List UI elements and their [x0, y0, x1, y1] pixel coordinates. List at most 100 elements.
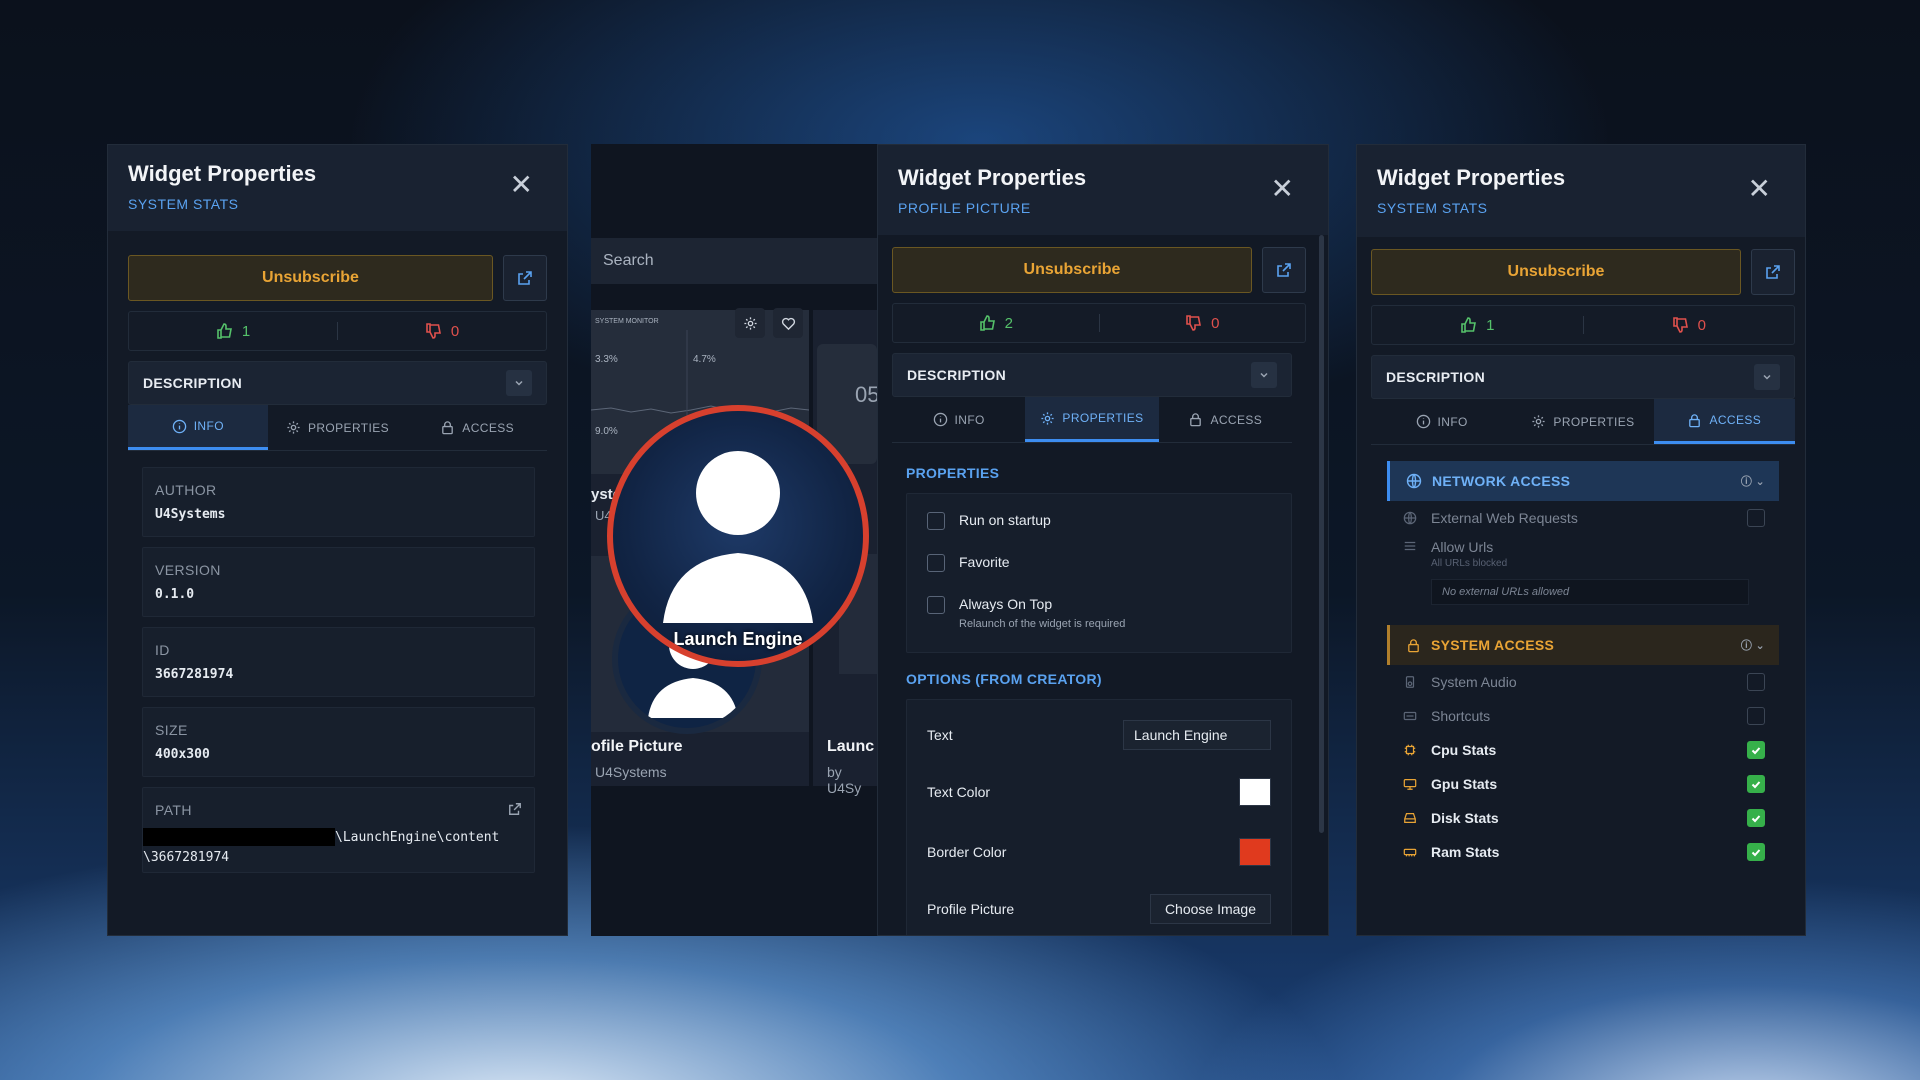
unsubscribe-button[interactable]: Unsubscribe: [1371, 249, 1741, 295]
info-icon: [1416, 414, 1430, 429]
panel-header: Widget Properties PROFILE PICTURE ✕: [878, 145, 1328, 235]
checkbox[interactable]: [927, 596, 945, 614]
like-button[interactable]: 1: [1372, 316, 1583, 334]
options-box: Text Launch Engine Text Color Border Col…: [906, 699, 1292, 935]
like-button[interactable]: 1: [129, 322, 337, 340]
option-border-color: Border Color: [907, 838, 1291, 866]
info-icon: [933, 412, 947, 427]
access-external-web-requests: External Web Requests: [1387, 501, 1779, 535]
description-label: DESCRIPTION: [143, 375, 242, 391]
info-icon: [172, 419, 186, 433]
thumbs-up-icon: [217, 323, 232, 339]
open-external-button[interactable]: [503, 255, 547, 301]
lock-icon: [442, 421, 454, 435]
path-text-continued: \3667281974: [143, 850, 230, 865]
tab-info[interactable]: INFO: [1371, 399, 1512, 444]
checkbox[interactable]: [1747, 509, 1765, 527]
external-link-icon[interactable]: [508, 802, 522, 816]
tab-bar: INFO PROPERTIES ACCESS: [1371, 399, 1795, 445]
dislike-button[interactable]: 0: [338, 322, 546, 340]
checkbox[interactable]: [1747, 843, 1765, 861]
option-text-color: Text Color: [907, 778, 1291, 806]
open-external-button[interactable]: [1751, 249, 1795, 295]
unsubscribe-button[interactable]: Unsubscribe: [128, 255, 493, 301]
tab-properties[interactable]: PROPERTIES: [268, 405, 408, 450]
heart-icon: [781, 317, 795, 330]
gear-icon: [743, 316, 757, 330]
like-count: 1: [241, 322, 251, 340]
panel-header: Widget Properties SYSTEM STATS ✕: [108, 145, 567, 231]
tab-info[interactable]: INFO: [892, 397, 1025, 442]
widget-properties-panel-system-stats: Widget Properties SYSTEM STATS ✕ Unsubsc…: [107, 144, 568, 936]
scrollbar[interactable]: [1319, 235, 1324, 833]
tab-access[interactable]: ACCESS: [1653, 399, 1795, 444]
checkbox-always-on-top[interactable]: Always On Top Relaunch of the widget is …: [907, 596, 1291, 630]
checkbox-run-on-startup[interactable]: Run on startup: [907, 512, 1291, 530]
access-ram-stats: Ram Stats: [1387, 835, 1779, 869]
widget-properties-panel-access: Widget Properties SYSTEM STATS ✕ Unsubsc…: [1356, 144, 1806, 936]
help-chevron-icon[interactable]: ⓘ ⌄: [1741, 473, 1765, 489]
settings-button[interactable]: [735, 308, 765, 338]
dislike-button[interactable]: 0: [1100, 314, 1306, 332]
card-author: U4Systems: [595, 764, 667, 780]
text-color-swatch[interactable]: [1239, 778, 1271, 806]
description-section[interactable]: DESCRIPTION: [1371, 355, 1795, 399]
help-chevron-icon[interactable]: ⓘ ⌄: [1741, 637, 1765, 653]
network-access-header[interactable]: NETWORK ACCESS ⓘ ⌄: [1387, 461, 1779, 501]
checkbox[interactable]: [927, 554, 945, 572]
vote-bar: 1 0: [1371, 305, 1795, 345]
like-button[interactable]: 2: [893, 314, 1099, 332]
tab-access[interactable]: ACCESS: [1159, 397, 1292, 442]
thumbs-up-icon: [1461, 317, 1477, 333]
open-external-button[interactable]: [1262, 247, 1306, 293]
search-input[interactable]: Search: [591, 238, 877, 284]
description-section[interactable]: DESCRIPTION: [128, 361, 547, 405]
info-author: AUTHOR U4Systems: [142, 467, 535, 537]
tab-properties[interactable]: PROPERTIES: [1025, 397, 1159, 442]
checkbox[interactable]: [927, 512, 945, 530]
checkbox[interactable]: [1747, 775, 1765, 793]
like-count: 1: [1486, 316, 1495, 334]
chevron-down-icon[interactable]: [506, 370, 532, 396]
system-access-header[interactable]: SYSTEM ACCESS ⓘ ⌄: [1387, 625, 1779, 665]
chevron-down-icon[interactable]: [1251, 362, 1277, 388]
choose-image-button[interactable]: Choose Image: [1149, 894, 1271, 924]
panel-header: Widget Properties SYSTEM STATS ✕: [1357, 145, 1805, 237]
info-path: PATH \LaunchEngine\content \3667281974: [142, 787, 535, 873]
checkbox[interactable]: [1747, 741, 1765, 759]
panel-title: Widget Properties: [128, 161, 317, 186]
tab-access[interactable]: ACCESS: [407, 405, 547, 450]
panel-subtitle: PROFILE PICTURE: [898, 200, 1031, 216]
lock-icon: [1408, 638, 1419, 652]
border-color-swatch[interactable]: [1239, 838, 1271, 866]
tab-bar: INFO PROPERTIES ACCESS: [128, 405, 547, 451]
list-icon: [1404, 541, 1416, 551]
dislike-button[interactable]: 0: [1584, 316, 1795, 334]
text-input[interactable]: Launch Engine: [1123, 720, 1271, 750]
checkbox[interactable]: [1747, 707, 1765, 725]
close-icon[interactable]: ✕: [1271, 175, 1294, 203]
vote-bar: 2 0: [892, 303, 1306, 343]
panel-title: Widget Properties: [898, 165, 1087, 190]
close-icon[interactable]: ✕: [510, 171, 533, 199]
card-title: ofile Picture: [591, 738, 683, 755]
checkbox[interactable]: [1747, 673, 1765, 691]
dislike-count: 0: [450, 322, 460, 340]
favorite-button[interactable]: [773, 308, 803, 338]
widget-properties-panel-profile-picture: Widget Properties PROFILE PICTURE ✕ Unsu…: [877, 144, 1329, 936]
description-section[interactable]: DESCRIPTION: [892, 353, 1292, 397]
access-disk-stats: Disk Stats: [1387, 801, 1779, 835]
chevron-down-icon[interactable]: [1754, 364, 1780, 390]
description-label: DESCRIPTION: [1386, 369, 1485, 385]
option-text: Text Launch Engine: [907, 720, 1291, 750]
checkbox[interactable]: [1747, 809, 1765, 827]
close-icon[interactable]: ✕: [1748, 175, 1771, 203]
cpu-icon: [1404, 744, 1416, 756]
option-profile-picture: Profile Picture Choose Image: [907, 894, 1291, 924]
gear-icon: [1041, 411, 1055, 425]
tab-properties[interactable]: PROPERTIES: [1512, 399, 1653, 444]
path-text: \LaunchEngine\content: [335, 829, 500, 845]
tab-info[interactable]: INFO: [128, 405, 268, 450]
unsubscribe-button[interactable]: Unsubscribe: [892, 247, 1252, 293]
checkbox-favorite[interactable]: Favorite: [907, 554, 1291, 572]
